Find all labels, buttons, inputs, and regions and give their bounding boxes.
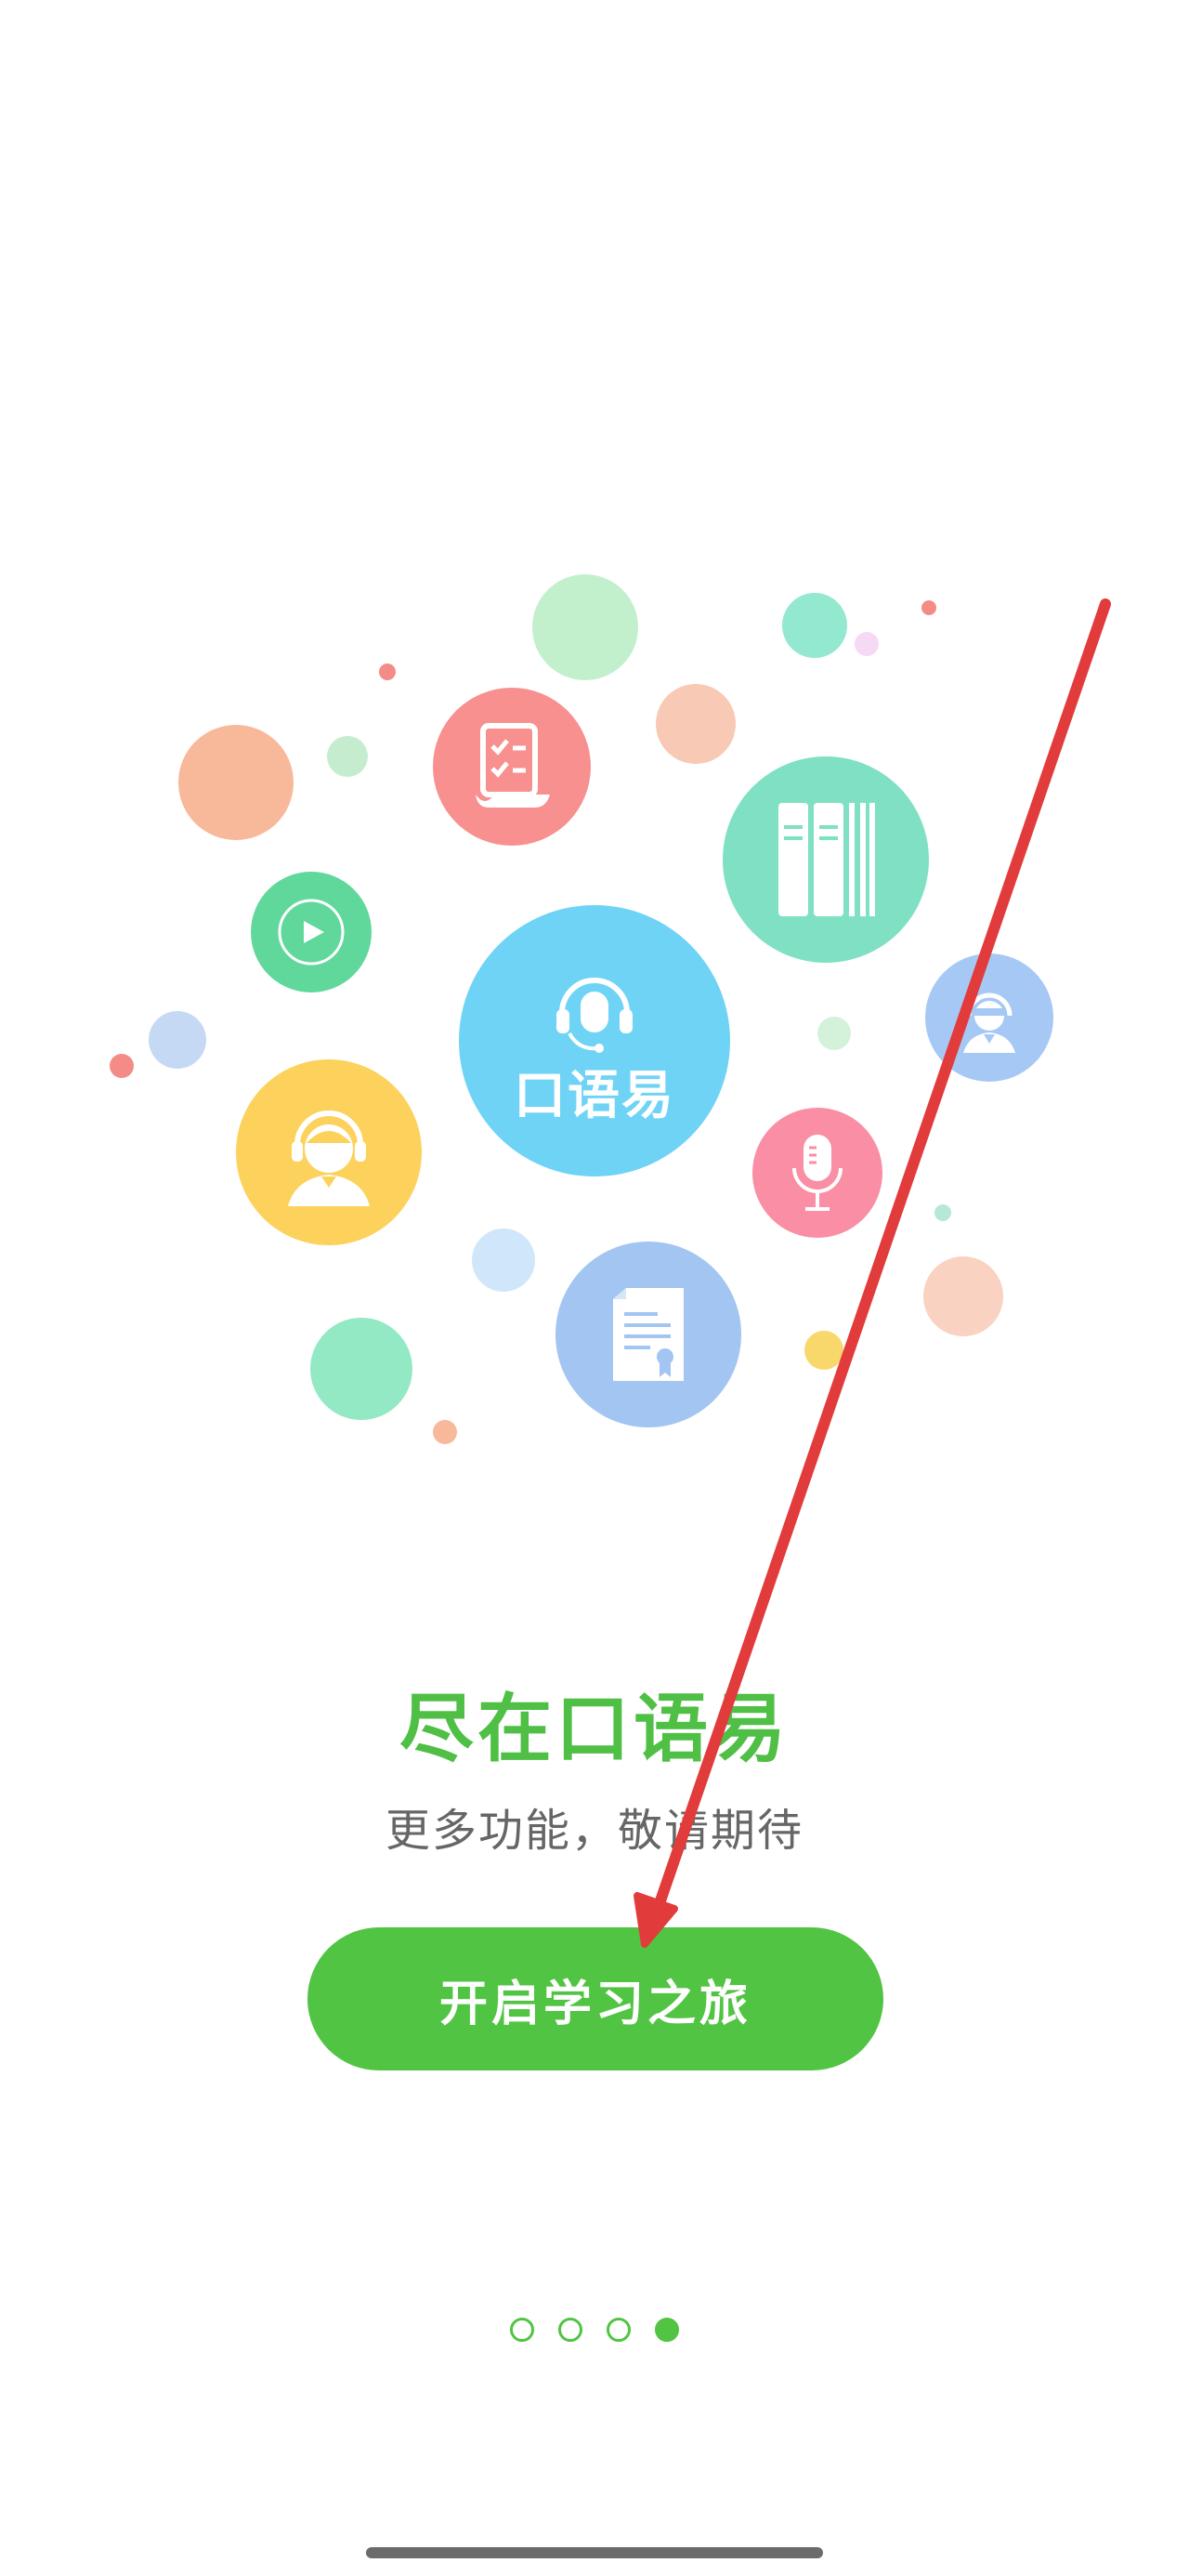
decor-dot xyxy=(149,1011,206,1069)
decor-dot xyxy=(310,1318,412,1420)
decor-dot xyxy=(817,1017,851,1050)
student-circle xyxy=(236,1059,422,1245)
certificate-circle xyxy=(555,1242,741,1427)
decor-dot xyxy=(532,574,638,680)
illustration: 口语易 xyxy=(0,539,1189,1468)
page-title: 尽在口语易 xyxy=(399,1686,790,1772)
microphone-icon xyxy=(792,1135,843,1211)
app-logo-text: 口语易 xyxy=(514,1066,675,1126)
decor-dot xyxy=(178,725,294,840)
home-indicator[interactable] xyxy=(366,2547,823,2558)
checklist-icon xyxy=(476,723,550,808)
checklist-circle xyxy=(433,688,591,846)
decor-dot xyxy=(934,1204,951,1221)
books-icon xyxy=(778,803,875,916)
page-indicator xyxy=(0,2318,1189,2342)
decor-dot xyxy=(923,1256,1003,1336)
page-dot-4-active xyxy=(655,2318,679,2342)
certificate-icon xyxy=(613,1288,684,1381)
decor-dot xyxy=(656,684,736,764)
decor-dot xyxy=(433,1420,457,1444)
page-dot-1 xyxy=(510,2318,534,2342)
page-dot-2 xyxy=(558,2318,582,2342)
decor-dot xyxy=(110,1054,134,1078)
microphone-circle xyxy=(752,1108,882,1238)
page-dot-3 xyxy=(607,2318,631,2342)
app-logo-circle: 口语易 xyxy=(459,905,730,1176)
play-circle xyxy=(251,872,372,992)
decor-dot xyxy=(921,600,936,615)
decor-dot xyxy=(379,664,396,680)
student-icon xyxy=(288,1111,370,1206)
decor-dot xyxy=(855,632,879,656)
page-subtitle: 更多功能，敬请期待 xyxy=(385,1805,804,1857)
decor-dot xyxy=(472,1229,535,1292)
play-icon xyxy=(278,899,345,966)
user-headset-icon xyxy=(963,992,1015,1053)
headset-logo-icon xyxy=(556,978,633,1053)
decor-dot xyxy=(782,593,847,658)
decor-dot xyxy=(327,736,368,777)
books-circle xyxy=(723,756,929,963)
agent-circle xyxy=(925,953,1053,1082)
start-learning-button[interactable]: 开启学习之旅 xyxy=(307,1927,883,2070)
decor-dot xyxy=(804,1331,843,1370)
